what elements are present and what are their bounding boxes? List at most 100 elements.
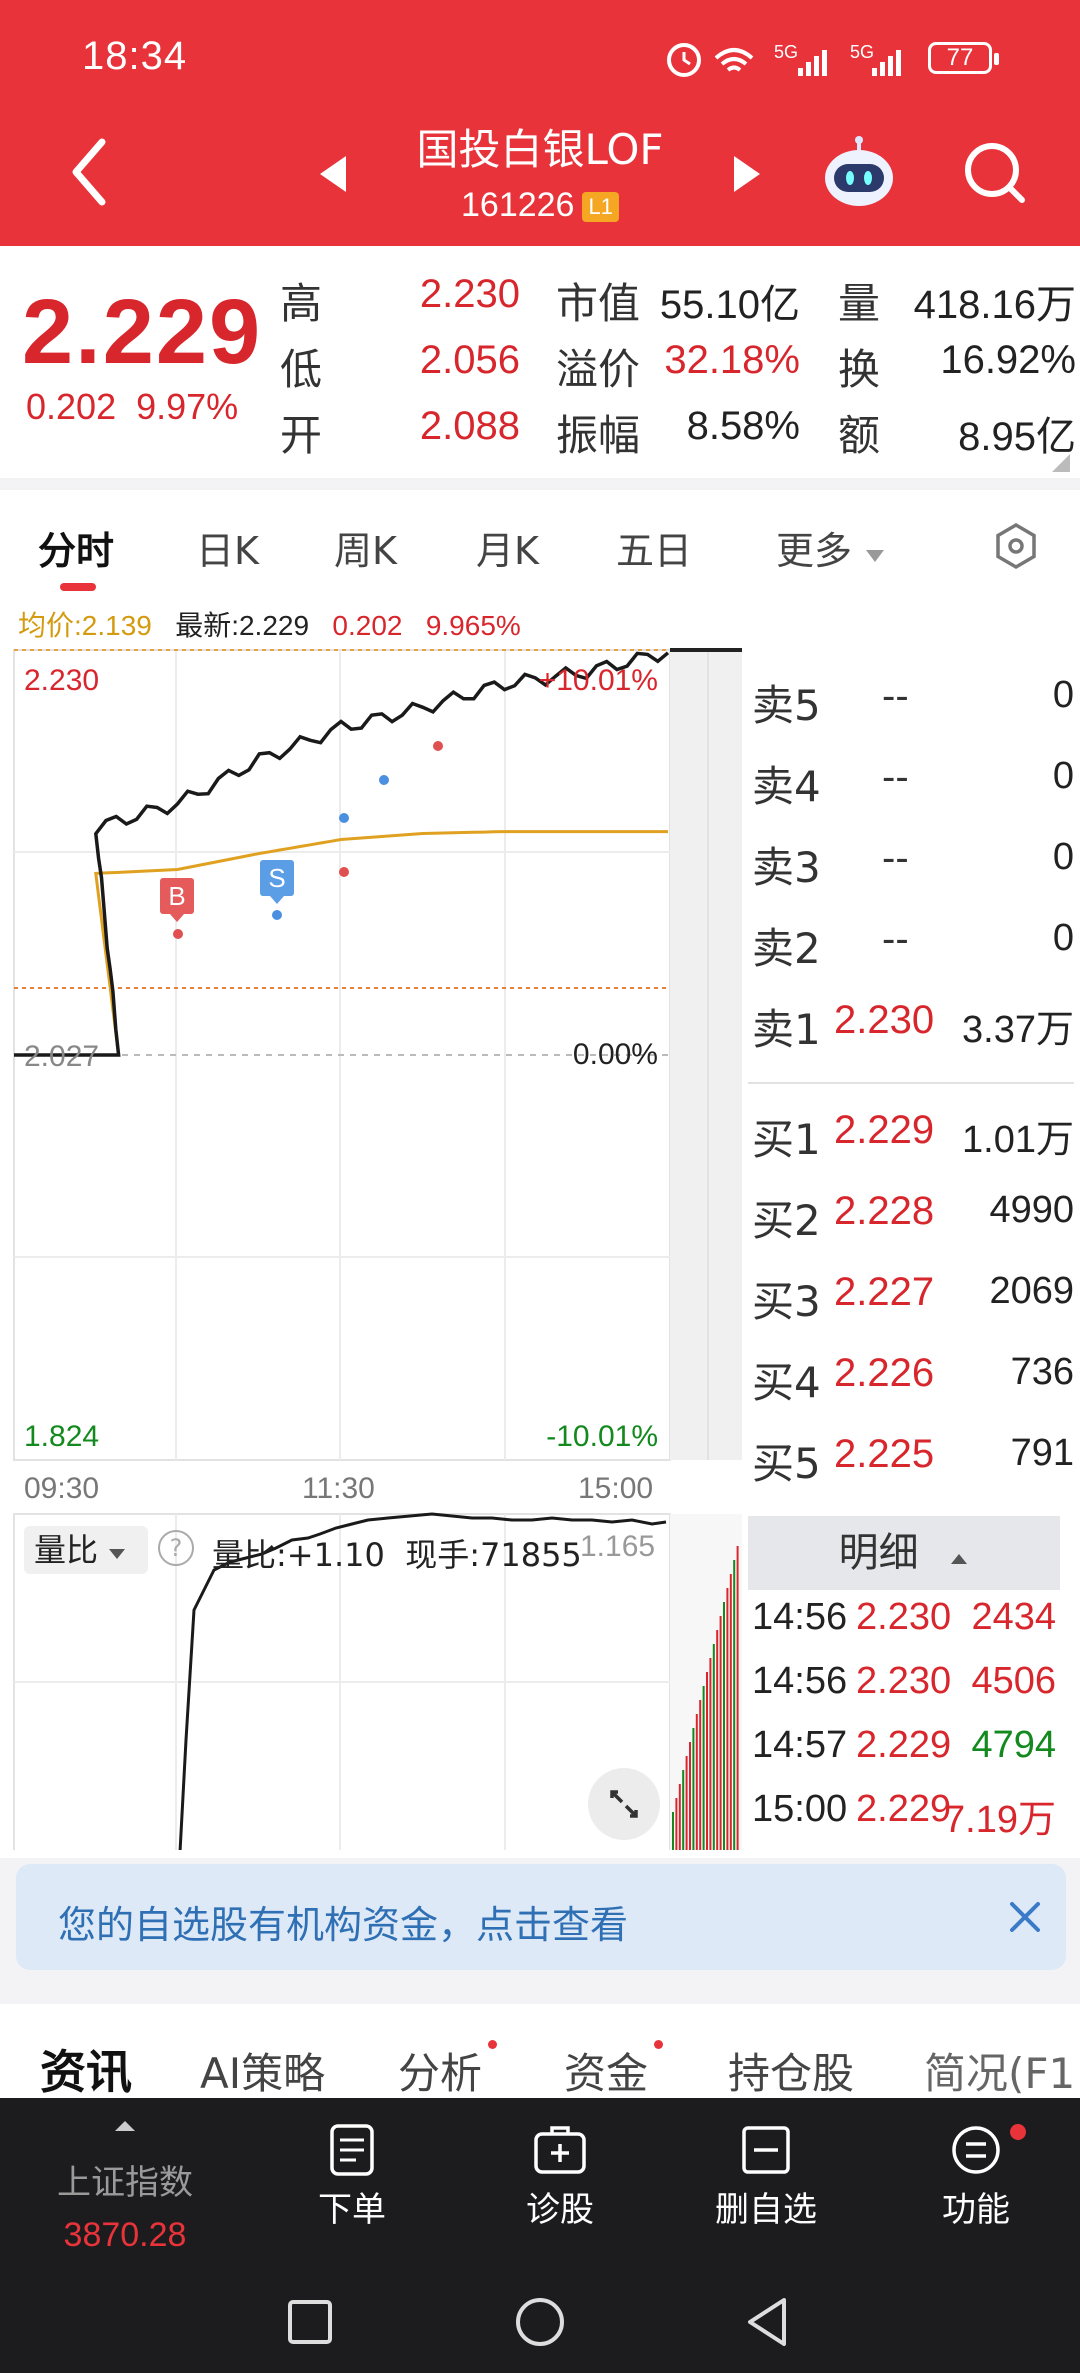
detail-price: 2.230 bbox=[856, 1660, 952, 1702]
remove-watchlist-button[interactable]: 删自选 bbox=[686, 2122, 846, 2231]
price-change: 0.202 9.97% bbox=[26, 386, 238, 428]
buy-level-label: 买4 bbox=[752, 1358, 821, 1407]
recent-apps-button[interactable] bbox=[286, 2298, 334, 2346]
bottom-action-bar: 上证指数 3870.28 下单 诊股 删自选 功能 bbox=[0, 2098, 1080, 2268]
stock-code: 161226 bbox=[461, 186, 575, 224]
premium-value: 32.18% bbox=[664, 338, 800, 382]
sell-level-price: 2.230 bbox=[834, 998, 935, 1042]
tab-ai-strategy[interactable]: AI策略 bbox=[200, 2040, 325, 2101]
tab-five-day[interactable]: 五日 bbox=[616, 520, 692, 575]
volume-bar bbox=[709, 1658, 712, 1850]
back-nav-button[interactable] bbox=[744, 2296, 792, 2348]
pct-label-mid: 0.00% bbox=[573, 1038, 658, 1071]
intraday-price-chart[interactable]: B S 2.230 2.027 1.824 +10.01% 0.00% -10.… bbox=[0, 640, 745, 1480]
order-button[interactable]: 下单 bbox=[272, 2122, 432, 2231]
triangle-right-icon bbox=[734, 156, 760, 192]
notice-close-button[interactable] bbox=[1000, 1892, 1050, 1942]
volume-bar bbox=[729, 1574, 732, 1850]
trade-dot bbox=[339, 867, 349, 877]
triangle-back-icon bbox=[748, 2298, 786, 2346]
chart-settings-button[interactable] bbox=[992, 522, 1040, 570]
detail-volume: 4794 bbox=[971, 1724, 1056, 1766]
tab-weekly-k[interactable]: 周K bbox=[334, 520, 397, 575]
tab-funds[interactable]: 资金 bbox=[564, 2040, 648, 2101]
volume-bar bbox=[733, 1560, 736, 1850]
diagnose-label: 诊股 bbox=[526, 2190, 594, 2230]
buy-level-volume: 4990 bbox=[989, 1189, 1074, 1231]
buy-level-label: 买5 bbox=[752, 1439, 821, 1488]
info-tabs: 资讯 AI策略 分析 资金 持仓股 简况(F1 bbox=[0, 2004, 1080, 2101]
caret-down-icon bbox=[109, 1549, 126, 1559]
index-value: 3870.28 bbox=[63, 2216, 187, 2254]
functions-button[interactable]: 功能 bbox=[896, 2122, 1056, 2231]
tab-news[interactable]: 资讯 bbox=[40, 2036, 132, 2102]
buy-marker-label: B bbox=[168, 881, 185, 911]
home-button[interactable] bbox=[514, 2296, 566, 2348]
chart-period-tabs: 分时 日K 周K 月K 五日 更多 bbox=[0, 490, 1080, 590]
notice-banner[interactable]: 您的自选股有机构资金，点击查看 bbox=[16, 1864, 1066, 1970]
caret-up-icon bbox=[115, 2121, 135, 2131]
market-cap-label: 市值 bbox=[556, 279, 641, 328]
change-percent: 9.97% bbox=[136, 386, 239, 427]
turnover-label: 换 bbox=[838, 345, 881, 394]
detail-volume: 2434 bbox=[971, 1596, 1056, 1638]
detail-time: 14:57 bbox=[752, 1724, 848, 1766]
caret-down-icon bbox=[866, 550, 885, 562]
volume-bar bbox=[712, 1644, 715, 1850]
diagnose-button[interactable]: 诊股 bbox=[480, 2122, 640, 2231]
volume-bar bbox=[689, 1742, 691, 1850]
trade-dot bbox=[379, 775, 389, 785]
sell-level-volume: 0 bbox=[1052, 755, 1074, 797]
detail-time: 15:00 bbox=[752, 1788, 848, 1830]
corner-expand-icon bbox=[1052, 454, 1070, 472]
notice-text: 您的自选股有机构资金，点击查看 bbox=[58, 1903, 629, 1947]
change-value: 0.202 bbox=[26, 386, 117, 427]
indicator-percent: 9.965% bbox=[425, 610, 521, 641]
detail-price: 2.229 bbox=[856, 1788, 952, 1830]
market-index[interactable]: 上证指数 3870.28 bbox=[40, 2118, 210, 2255]
indicator-change: 0.202 bbox=[332, 610, 403, 641]
next-stock-button[interactable] bbox=[730, 152, 764, 196]
back-button[interactable] bbox=[62, 132, 118, 212]
low-value: 2.056 bbox=[419, 338, 520, 382]
volume-bar bbox=[699, 1700, 702, 1850]
trade-detail-header[interactable]: 明细 bbox=[748, 1516, 1060, 1590]
detail-title: 明细 bbox=[838, 1530, 919, 1576]
expand-icon bbox=[610, 1790, 638, 1818]
sell-level-volume: 0 bbox=[1052, 836, 1074, 878]
y-label-top: 2.230 bbox=[24, 664, 99, 697]
search-button[interactable] bbox=[962, 140, 1028, 206]
tab-intraday[interactable]: 分时 bbox=[38, 520, 114, 575]
remove-watchlist-icon bbox=[742, 2126, 790, 2174]
tab-daily-k[interactable]: 日K bbox=[196, 520, 259, 575]
tab-analysis[interactable]: 分析 bbox=[398, 2040, 482, 2101]
square-icon bbox=[288, 2300, 332, 2344]
buy-level-price: 2.228 bbox=[834, 1189, 935, 1233]
sell-level-volume: 0 bbox=[1052, 917, 1074, 959]
detail-time: 14:56 bbox=[752, 1660, 848, 1702]
tab-more[interactable]: 更多 bbox=[776, 520, 886, 575]
order-icon bbox=[330, 2124, 374, 2176]
ai-assistant-button[interactable] bbox=[820, 134, 898, 212]
amplitude-value: 8.58% bbox=[686, 404, 800, 448]
fullscreen-button[interactable] bbox=[588, 1768, 660, 1840]
sell-level-volume: 3.37万 bbox=[962, 1009, 1074, 1051]
buy-level-price: 2.229 bbox=[834, 1108, 935, 1152]
status-time: 18:34 bbox=[82, 34, 188, 78]
functions-label: 功能 bbox=[942, 2190, 1010, 2230]
quote-panel: 2.229 0.202 9.97% 高 2.230 市值 55.10亿 量 41… bbox=[0, 246, 1080, 478]
volume-bar bbox=[702, 1686, 705, 1850]
tab-profile[interactable]: 简况(F1 bbox=[924, 2040, 1075, 2101]
tab-holdings[interactable]: 持仓股 bbox=[728, 2040, 854, 2101]
volume-bar bbox=[672, 1812, 674, 1850]
caret-up-icon bbox=[951, 1554, 968, 1564]
trade-dot bbox=[433, 741, 443, 751]
help-icon[interactable]: ? bbox=[158, 1530, 194, 1566]
amplitude-label: 振幅 bbox=[556, 411, 641, 460]
tab-monthly-k[interactable]: 月K bbox=[476, 520, 539, 575]
volume-indicator-selector[interactable]: 量比 bbox=[24, 1526, 148, 1574]
buy-level-price: 2.227 bbox=[834, 1270, 935, 1314]
trade-dot bbox=[272, 910, 282, 920]
index-name: 上证指数 bbox=[57, 2163, 193, 2203]
detail-volume: 7.19万 bbox=[944, 1799, 1056, 1841]
